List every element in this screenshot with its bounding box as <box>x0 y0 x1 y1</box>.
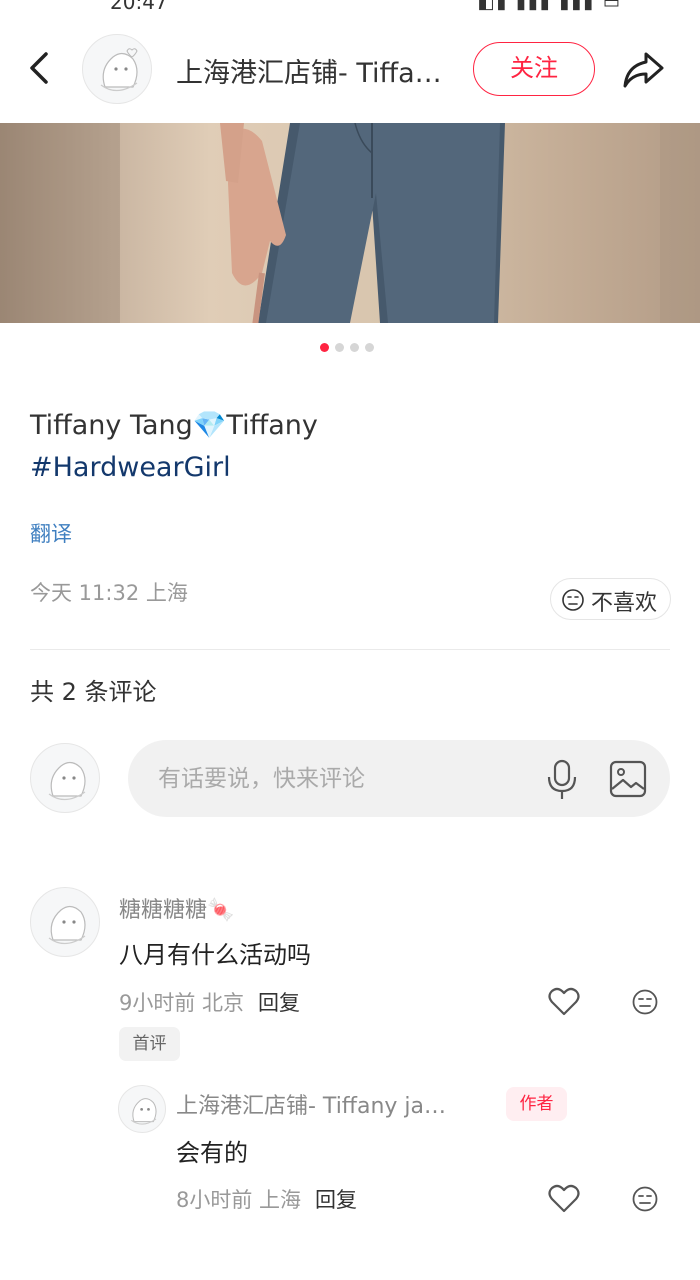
share-button[interactable] <box>620 48 666 90</box>
post-caption: Tiffany Tang💎Tiffany #HardwearGirl <box>30 405 318 489</box>
commenter-name[interactable]: 糖糖糖糖🍬 <box>119 892 234 924</box>
author-badge: 作者 <box>506 1087 567 1121</box>
chevron-left-icon <box>30 52 48 84</box>
translate-link[interactable]: 翻译 <box>30 518 72 548</box>
reply-meta: 8小时前 上海 回复 <box>176 1184 357 1214</box>
dislike-comment-button[interactable] <box>631 988 659 1016</box>
follow-button[interactable]: 关注 <box>473 42 595 96</box>
post-header: 上海港汇店铺- Tiffany ja… 关注 <box>0 18 700 122</box>
heart-icon <box>548 987 580 1016</box>
carousel-dot <box>335 343 344 352</box>
author-name[interactable]: 上海港汇店铺- Tiffany ja… <box>176 51 451 90</box>
image-upload-button[interactable] <box>608 759 648 799</box>
comment-time-location: 9小时前 北京 <box>119 991 245 1015</box>
back-button[interactable] <box>24 48 56 88</box>
jeans-photo <box>0 123 700 323</box>
meh-face-icon <box>632 989 658 1015</box>
heart-icon <box>548 1184 580 1213</box>
post-image[interactable] <box>0 123 700 323</box>
share-arrow-icon <box>623 52 664 88</box>
comment-text: 八月有什么活动吗 <box>119 941 311 969</box>
post-meta: 今天 11:32 上海 <box>30 581 188 605</box>
voice-input-button[interactable] <box>544 757 580 801</box>
carousel-dot <box>365 343 374 352</box>
status-time: 20:47 <box>110 0 168 14</box>
avatar-illustration <box>48 761 86 801</box>
carousel-dot <box>320 343 329 352</box>
caption-text: Tiffany Tang💎Tiffany <box>30 410 318 441</box>
reply-author-name[interactable]: 上海港汇店铺- Tiffany ja… <box>176 1088 496 1120</box>
comment-count: 共 2 条评论 <box>30 678 157 706</box>
like-button[interactable] <box>548 1184 580 1214</box>
meh-face-icon <box>632 1186 658 1212</box>
comment-meta: 9小时前 北京 回复 <box>119 987 300 1017</box>
reply-button[interactable]: 回复 <box>258 991 300 1015</box>
reply-time-location: 8小时前 上海 <box>176 1188 302 1212</box>
comment-input[interactable] <box>128 740 670 817</box>
avatar-illustration <box>100 48 138 92</box>
reply-button[interactable]: 回复 <box>315 1188 357 1212</box>
first-comment-tag: 首评 <box>119 1027 180 1061</box>
dislike-comment-button[interactable] <box>631 1185 659 1213</box>
avatar-illustration <box>131 1098 157 1125</box>
microphone-icon <box>547 759 577 799</box>
carousel-indicator <box>320 343 380 353</box>
dislike-label: 不喜欢 <box>591 591 658 616</box>
avatar-illustration <box>48 905 86 945</box>
meh-face-icon <box>562 589 584 611</box>
dislike-button[interactable]: 不喜欢 <box>550 578 671 620</box>
carousel-dot <box>350 343 359 352</box>
my-avatar <box>30 743 100 813</box>
like-button[interactable] <box>548 987 580 1017</box>
reply-text: 会有的 <box>176 1139 248 1167</box>
hashtag-link[interactable]: #HardwearGirl <box>30 447 318 489</box>
status-bar: 20:47 ◧▮ ▮▮▮ ▮▮▮ ▭ <box>0 0 700 18</box>
status-icons: ◧▮ ▮▮▮ ▮▮▮ ▭ <box>477 0 622 13</box>
reply-author-avatar[interactable] <box>118 1085 166 1133</box>
divider <box>30 649 670 650</box>
image-icon <box>609 760 647 798</box>
author-avatar[interactable] <box>82 34 152 104</box>
commenter-avatar[interactable] <box>30 887 100 957</box>
